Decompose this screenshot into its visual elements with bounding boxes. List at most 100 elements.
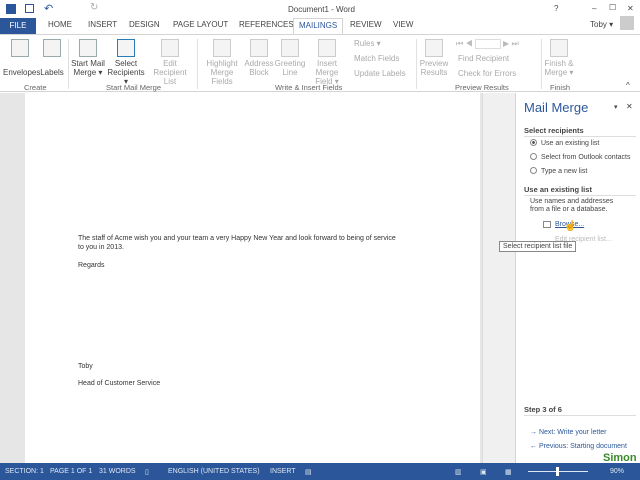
next-record-icon[interactable]: ▶ — [503, 39, 509, 48]
web-layout-icon[interactable]: ▦ — [505, 468, 512, 476]
document-icon — [79, 39, 97, 57]
maximize-button[interactable]: ☐ — [609, 3, 616, 12]
labels-label: Labels — [40, 68, 64, 77]
section-indicator: SECTION: 1 — [5, 468, 44, 475]
envelope-icon — [11, 39, 29, 57]
tab-insert[interactable]: INSERT — [88, 20, 117, 29]
save-icon[interactable] — [25, 4, 34, 13]
insert-mode[interactable]: INSERT — [270, 468, 296, 475]
paragraph: The staff of Acme wish you and your team… — [78, 235, 396, 242]
start-mail-merge-button[interactable]: Start Mail Merge ▾ — [70, 39, 106, 77]
avatar[interactable] — [620, 16, 634, 30]
label: Previous: Starting document — [538, 443, 627, 450]
pane-close-icon[interactable]: ✕ — [626, 102, 633, 111]
find-recipient-button[interactable]: Find Recipient — [458, 54, 509, 63]
description: Use names and addresses — [530, 198, 614, 205]
user-account[interactable]: Toby ▾ — [590, 20, 613, 29]
closing: Regards — [78, 262, 105, 269]
close-button[interactable]: ✕ — [627, 4, 634, 13]
label: Address — [244, 59, 274, 68]
previous-record-icon[interactable]: ◀ — [465, 39, 472, 48]
label: Preview — [419, 59, 449, 68]
step-label: Step 3 of 6 — [524, 405, 562, 414]
label: Merge Fields — [210, 68, 234, 86]
first-record-icon[interactable]: ⏮ — [456, 39, 463, 48]
last-record-icon[interactable]: ⏭ — [511, 39, 518, 48]
envelopes-button[interactable]: Envelopes — [3, 39, 40, 77]
radio-outlook-contacts[interactable]: Select from Outlook contacts — [530, 153, 630, 161]
tab-page-layout[interactable]: PAGE LAYOUT — [173, 20, 228, 29]
read-mode-icon[interactable]: ▥ — [455, 468, 462, 476]
watermark-logo: Simon — [603, 452, 637, 464]
status-bar: SECTION: 1 PAGE 1 OF 1 31 WORDS ▯ ENGLIS… — [0, 463, 640, 480]
select-recipients-button[interactable]: Select Recipients ▾ — [106, 39, 146, 86]
labels-button[interactable]: Labels — [40, 39, 64, 77]
divider — [416, 39, 417, 89]
update-labels-button[interactable]: Update Labels — [354, 69, 406, 78]
highlight-merge-fields-button[interactable]: Highlight Merge Fields — [200, 39, 244, 86]
tab-review[interactable]: REVIEW — [350, 20, 382, 29]
label: Edit — [163, 59, 177, 68]
finish-merge-button[interactable]: Finish & Merge ▾ — [543, 39, 575, 77]
next-step-link[interactable]: → Next: Write your letter — [530, 429, 607, 436]
minimize-button[interactable]: – — [592, 4, 596, 13]
radio-icon — [530, 167, 537, 174]
divider — [524, 136, 636, 137]
paragraph: to you in 2013. — [78, 244, 124, 251]
label: Select — [114, 59, 138, 68]
label: Start Mail — [71, 59, 105, 68]
finish-icon — [550, 39, 568, 57]
tab-design[interactable]: DESIGN — [129, 20, 160, 29]
tab-mailings[interactable]: MAILINGS — [293, 18, 344, 35]
tab-view[interactable]: VIEW — [393, 20, 413, 29]
label: Type a new list — [541, 168, 588, 175]
macro-icon[interactable]: ▤ — [305, 468, 312, 476]
signature-title: Head of Customer Service — [78, 380, 161, 387]
edit-list-icon — [161, 39, 179, 57]
label: Greeting — [274, 59, 306, 68]
group-write-insert: Write & Insert Fields — [275, 83, 343, 92]
proofing-icon[interactable]: ▯ — [145, 468, 149, 476]
print-layout-icon[interactable]: ▣ — [480, 468, 487, 476]
tab-references[interactable]: REFERENCES — [239, 20, 294, 29]
language-indicator[interactable]: ENGLISH (UNITED STATES) — [168, 468, 260, 475]
radio-icon — [530, 153, 537, 160]
tab-home[interactable]: HOME — [48, 20, 72, 29]
radio-use-existing-list[interactable]: Use an existing list — [530, 139, 599, 147]
address-block-button[interactable]: Address Block — [244, 39, 274, 77]
page-indicator[interactable]: PAGE 1 OF 1 — [50, 468, 92, 475]
redo-button[interactable]: ↻ — [90, 2, 98, 13]
check-errors-button[interactable]: Check for Errors — [458, 69, 516, 78]
group-start-mail-merge: Start Mail Merge — [106, 83, 162, 92]
insert-merge-field-button[interactable]: Insert Merge Field ▾ — [305, 39, 349, 86]
word-count[interactable]: 31 WORDS — [99, 468, 136, 475]
label: Merge ▾ — [544, 68, 574, 77]
edit-recipient-list-button[interactable]: Edit Recipient List — [146, 39, 194, 86]
collapse-ribbon-icon[interactable]: ^ — [626, 81, 630, 90]
vertical-scrollbar[interactable] — [482, 93, 515, 463]
greeting-line-button[interactable]: Greeting Line — [274, 39, 306, 77]
tab-file[interactable]: FILE — [0, 18, 36, 34]
divider — [68, 39, 69, 89]
label: Line — [282, 68, 298, 77]
undo-button[interactable]: ↶ — [44, 2, 53, 15]
match-fields-button[interactable]: Match Fields — [354, 54, 399, 63]
divider — [197, 39, 198, 89]
address-icon — [250, 39, 268, 57]
rules-button[interactable]: Rules ▾ — [354, 39, 381, 48]
browse-icon — [543, 221, 551, 228]
zoom-slider-thumb[interactable] — [556, 467, 559, 476]
record-number-input[interactable] — [474, 39, 501, 49]
existing-list-heading: Use an existing list — [524, 185, 592, 194]
pane-options-icon[interactable]: ▾ — [614, 103, 618, 111]
preview-results-button[interactable]: Preview Results — [418, 39, 450, 77]
label: Finish & — [544, 59, 574, 68]
divider — [524, 415, 636, 416]
field-icon — [318, 39, 336, 57]
radio-type-new-list[interactable]: Type a new list — [530, 167, 587, 175]
ribbon-tabs: FILE HOME INSERT DESIGN PAGE LAYOUT REFE… — [0, 16, 640, 35]
previous-step-link[interactable]: ← Previous: Starting document — [530, 443, 627, 450]
help-button[interactable]: ? — [554, 4, 558, 13]
document-page[interactable] — [25, 93, 480, 463]
zoom-level[interactable]: 90% — [610, 468, 624, 475]
